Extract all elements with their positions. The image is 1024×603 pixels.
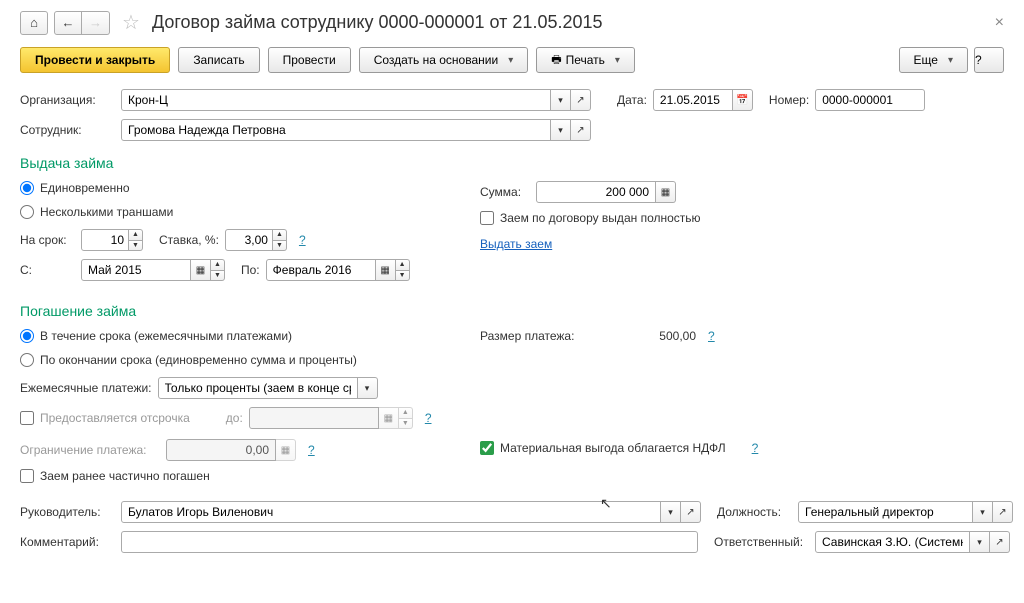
monthly-input[interactable] [158, 377, 358, 399]
monthly-label: Ежемесячные платежи: [20, 381, 152, 395]
deferment-picker [379, 407, 399, 429]
to-picker[interactable] [376, 259, 396, 281]
post-button[interactable]: Провести [268, 47, 351, 73]
employee-label: Сотрудник: [20, 123, 115, 137]
org-dropdown[interactable] [551, 89, 571, 111]
limit-label: Ограничение платежа: [20, 443, 160, 457]
repayment-title: Погашение займа [20, 303, 1004, 319]
forward-button[interactable]: → [82, 11, 110, 35]
close-button[interactable]: × [995, 14, 1004, 32]
issue-tranches-label: Несколькими траншами [40, 205, 173, 219]
page-title: Договор займа сотруднику 0000-000001 от … [152, 12, 603, 33]
from-down[interactable]: ▼ [211, 270, 225, 282]
ndfl-label: Материальная выгода облагается НДФЛ [500, 441, 726, 455]
limit-help[interactable]: ? [308, 443, 315, 457]
rate-up[interactable]: ▲ [273, 229, 287, 240]
favorite-icon[interactable]: ☆ [122, 10, 140, 35]
term-label: На срок: [20, 233, 75, 247]
home-button[interactable]: ⌂ [20, 11, 48, 35]
manager-label: Руководитель: [20, 505, 115, 519]
repay-end-label: По окончании срока (единовременно сумма … [40, 353, 357, 367]
to-down[interactable]: ▼ [396, 270, 410, 282]
payment-size-label: Размер платежа: [480, 329, 610, 343]
org-input[interactable] [121, 89, 551, 111]
manager-open[interactable] [681, 501, 701, 523]
create-based-button[interactable]: Создать на основании [359, 47, 529, 73]
loan-issue-title: Выдача займа [20, 155, 1004, 171]
date-picker[interactable] [733, 89, 753, 111]
deferment-help[interactable]: ? [425, 411, 432, 425]
rate-help[interactable]: ? [299, 233, 306, 247]
monthly-dropdown[interactable] [358, 377, 378, 399]
employee-open[interactable] [571, 119, 591, 141]
from-input[interactable] [81, 259, 191, 281]
from-label: С: [20, 263, 75, 277]
term-input[interactable] [81, 229, 129, 251]
number-input[interactable] [815, 89, 925, 111]
comment-label: Комментарий: [20, 535, 115, 549]
fully-issued-checkbox[interactable] [480, 211, 494, 225]
ndfl-help[interactable]: ? [752, 441, 759, 455]
deferment-until-input [249, 407, 379, 429]
printer-icon [551, 51, 561, 70]
limit-calc: ▦ [276, 439, 296, 461]
print-button[interactable]: Печать [536, 47, 635, 73]
org-open[interactable] [571, 89, 591, 111]
responsible-label: Ответственный: [714, 535, 809, 549]
number-label: Номер: [769, 93, 809, 107]
partially-repaid-label: Заем ранее частично погашен [40, 469, 210, 483]
manager-input[interactable] [121, 501, 661, 523]
post-close-button[interactable]: Провести и закрыть [20, 47, 170, 73]
employee-input[interactable] [121, 119, 551, 141]
comment-input[interactable] [121, 531, 698, 553]
issue-tranches-radio[interactable] [20, 205, 34, 219]
position-input[interactable] [798, 501, 973, 523]
limit-input [166, 439, 276, 461]
position-open[interactable] [993, 501, 1013, 523]
fully-issued-label: Заем по договору выдан полностью [500, 211, 701, 225]
deferment-checkbox[interactable] [20, 411, 34, 425]
sum-label: Сумма: [480, 185, 530, 199]
repay-during-label: В течение срока (ежемесячными платежами) [40, 329, 292, 343]
date-input[interactable] [653, 89, 733, 111]
responsible-open[interactable] [990, 531, 1010, 553]
org-label: Организация: [20, 93, 115, 107]
more-button[interactable]: Еще [899, 47, 968, 73]
responsible-dropdown[interactable] [970, 531, 990, 553]
from-picker[interactable] [191, 259, 211, 281]
back-button[interactable]: ← [54, 11, 82, 35]
from-up[interactable]: ▲ [211, 259, 225, 270]
term-up[interactable]: ▲ [129, 229, 143, 240]
sum-input[interactable] [536, 181, 656, 203]
rate-label: Ставка, %: [159, 233, 219, 247]
date-label: Дата: [617, 93, 647, 107]
help-button[interactable]: ? [974, 47, 1004, 73]
position-dropdown[interactable] [973, 501, 993, 523]
issue-once-label: Единовременно [40, 181, 130, 195]
position-label: Должность: [717, 505, 792, 519]
responsible-input[interactable] [815, 531, 970, 553]
term-down[interactable]: ▼ [129, 240, 143, 252]
payment-size-value: 500,00 [616, 329, 696, 343]
rate-down[interactable]: ▼ [273, 240, 287, 252]
repay-during-radio[interactable] [20, 329, 34, 343]
to-up[interactable]: ▲ [396, 259, 410, 270]
repay-end-radio[interactable] [20, 353, 34, 367]
issue-once-radio[interactable] [20, 181, 34, 195]
issue-loan-link[interactable]: Выдать заем [480, 237, 552, 251]
deferment-label: Предоставляется отсрочка [40, 411, 190, 425]
to-input[interactable] [266, 259, 376, 281]
payment-size-help[interactable]: ? [708, 329, 715, 343]
partially-repaid-checkbox[interactable] [20, 469, 34, 483]
deferment-until-label: до: [226, 411, 243, 425]
rate-input[interactable] [225, 229, 273, 251]
to-label: По: [241, 263, 260, 277]
sum-calc[interactable]: ▦ [656, 181, 676, 203]
write-button[interactable]: Записать [178, 47, 259, 73]
employee-dropdown[interactable] [551, 119, 571, 141]
manager-dropdown[interactable] [661, 501, 681, 523]
ndfl-checkbox[interactable] [480, 441, 494, 455]
